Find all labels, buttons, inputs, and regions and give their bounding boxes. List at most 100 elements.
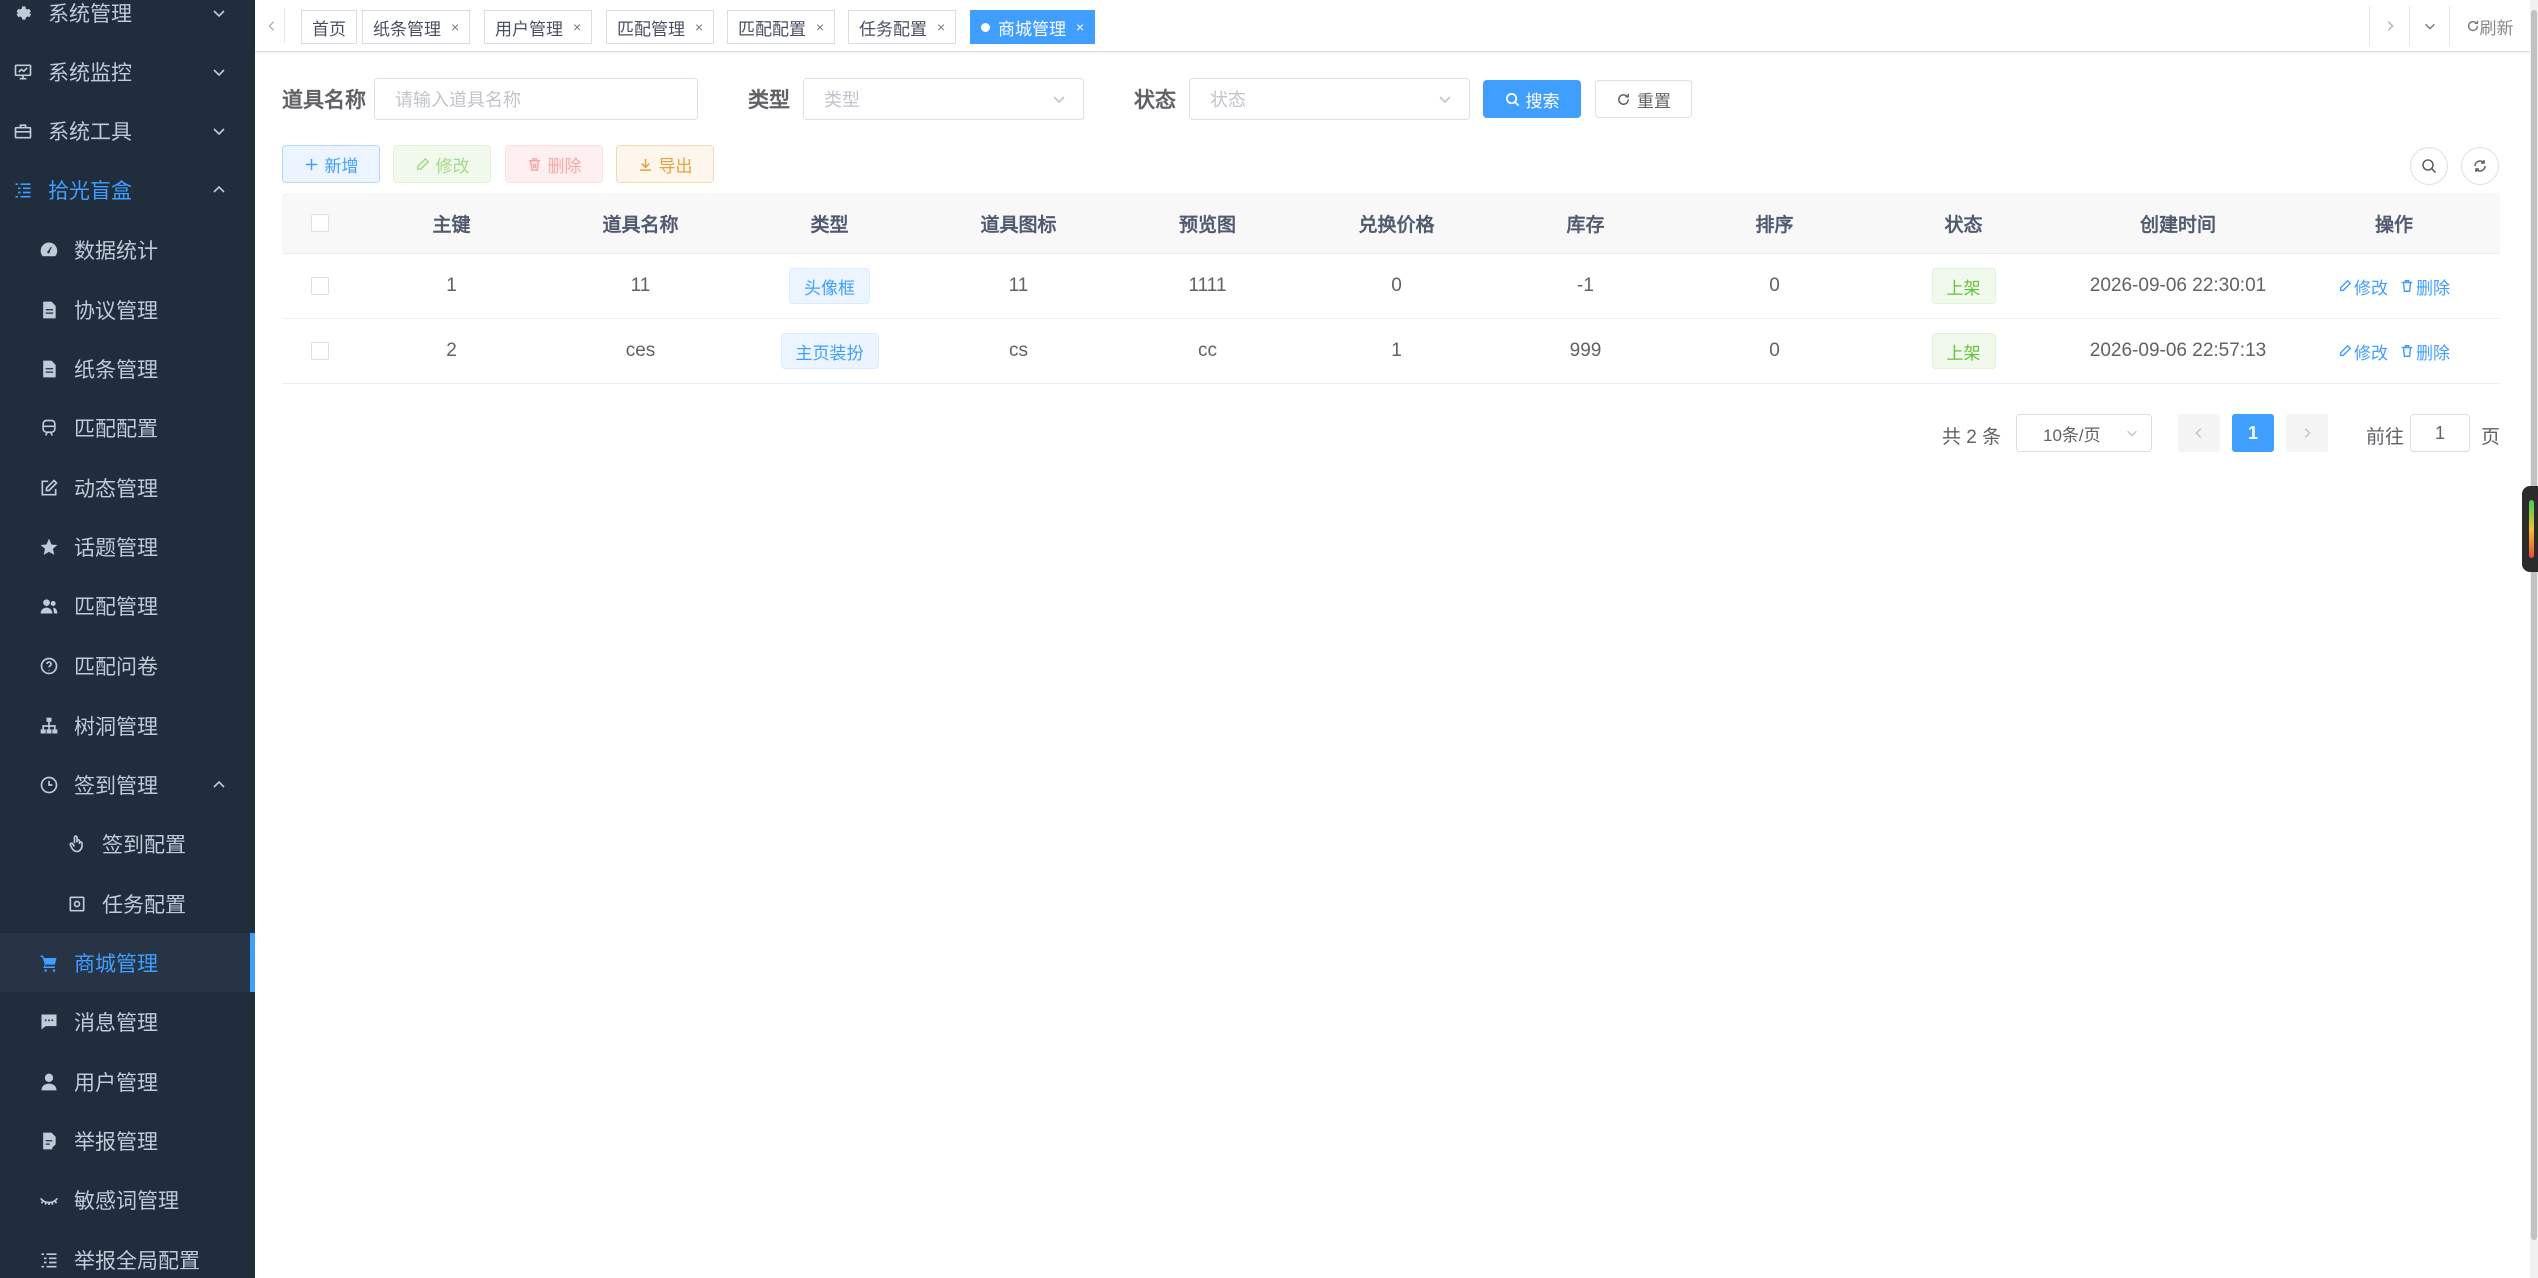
tag-notes[interactable]: 纸条管理 ×: [362, 10, 471, 44]
question-icon: [38, 655, 60, 677]
page-size-select[interactable]: 10条/页: [2016, 414, 2152, 452]
row-select-cell: [282, 254, 357, 318]
sidebar-item-label: 协议管理: [74, 299, 158, 323]
sidebar-item-mall[interactable]: 商城管理: [0, 933, 255, 992]
vertical-scrollbar[interactable]: [2530, 0, 2538, 1278]
clock-icon: [38, 774, 60, 796]
tags-scroll-right-button[interactable]: [2369, 6, 2409, 46]
cell-actions: 修改 删除: [2298, 254, 2490, 318]
sidebar-item-label: 签到配置: [102, 833, 186, 857]
table-row[interactable]: 2 ces 主页装扮 cs cc 1 999 0 上架 2026-09-06 2…: [282, 319, 2500, 384]
edit-button-label: 修改: [435, 156, 470, 176]
row-edit-button[interactable]: 修改: [2338, 274, 2388, 299]
sidebar-item-messages[interactable]: 消息管理: [0, 992, 255, 1051]
item-name-input[interactable]: 请输入道具名称: [374, 78, 698, 120]
row-checkbox[interactable]: [310, 342, 329, 360]
tag-label: 匹配配置: [738, 19, 806, 39]
tag-mall[interactable]: 商城管理 ×: [970, 10, 1096, 44]
eye-closed-icon: [38, 1189, 60, 1211]
sidebar-item-topics[interactable]: 话题管理: [0, 517, 255, 576]
tags-scroll-left-button[interactable]: [259, 8, 285, 44]
search-button[interactable]: 搜索: [1483, 80, 1581, 118]
refresh-table-button[interactable]: [2461, 147, 2499, 185]
cell-sort: 0: [1769, 340, 1780, 361]
page-number-button[interactable]: 1: [2232, 414, 2274, 452]
sidebar-item-notes[interactable]: 纸条管理: [0, 339, 255, 398]
sidebar-item-label: 树洞管理: [74, 715, 158, 739]
sidebar-item-system-management[interactable]: 系统管理: [0, 0, 255, 42]
search-icon: [1505, 92, 1519, 106]
tag-label: 商城管理: [998, 19, 1066, 39]
close-icon[interactable]: ×: [937, 19, 945, 35]
chevron-down-icon: [1053, 96, 1065, 104]
sidebar-item-label: 任务配置: [102, 893, 186, 917]
close-icon[interactable]: ×: [695, 19, 703, 35]
sidebar-item-checkin-config[interactable]: 签到配置: [0, 814, 255, 873]
tag-users[interactable]: 用户管理 ×: [484, 10, 593, 44]
sidebar-item-moments[interactable]: 动态管理: [0, 458, 255, 517]
sidebar-item-match-management[interactable]: 匹配管理: [0, 576, 255, 635]
floating-performance-widget[interactable]: [2522, 486, 2538, 572]
tag-match-management[interactable]: 匹配管理 ×: [606, 10, 715, 44]
table-row[interactable]: 1 11 头像框 11 1111 0 -1 0 上架 2026-09-06 22…: [282, 254, 2500, 319]
plus-icon: [305, 158, 317, 170]
cell-price: 0: [1391, 275, 1402, 296]
column-header: 状态: [1944, 214, 1983, 236]
type-tag: 主页装扮: [780, 333, 879, 369]
row-delete-label: 删除: [2416, 278, 2450, 298]
delete-button[interactable]: 删除: [505, 145, 603, 183]
sidebar-item-match-config[interactable]: 匹配配置: [0, 398, 255, 457]
scrollbar-thumb[interactable]: [2531, 10, 2537, 1240]
sidebar-item-system-monitor[interactable]: 系统监控: [0, 42, 255, 101]
select-all-checkbox[interactable]: [310, 214, 329, 232]
edit-button[interactable]: 修改: [393, 145, 491, 183]
refresh-icon: [1618, 93, 1629, 105]
toggle-search-button[interactable]: [2410, 147, 2448, 185]
close-icon[interactable]: ×: [1076, 19, 1084, 35]
sidebar-item-label: 纸条管理: [74, 358, 158, 382]
sidebar-item-report-global-config[interactable]: 举报全局配置: [0, 1230, 255, 1278]
status-select[interactable]: 状态: [1189, 78, 1470, 120]
sidebar-item-treehole[interactable]: 树洞管理: [0, 696, 255, 755]
sidebar-item-data-stats[interactable]: 数据统计: [0, 220, 255, 279]
row-edit-button[interactable]: 修改: [2338, 339, 2388, 364]
close-icon[interactable]: ×: [816, 19, 824, 35]
row-checkbox[interactable]: [310, 277, 329, 295]
cell-price: 1: [1391, 340, 1402, 361]
cell-created: 2026-09-06 22:30:01: [2089, 275, 2267, 296]
sidebar-item-system-tools[interactable]: 系统工具: [0, 101, 255, 160]
sidebar-item-protocol[interactable]: 协议管理: [0, 280, 255, 339]
prev-page-button[interactable]: [2178, 414, 2220, 452]
tag-task-config[interactable]: 任务配置 ×: [848, 10, 957, 44]
tag-home[interactable]: 首页: [301, 10, 357, 44]
close-icon[interactable]: ×: [451, 19, 459, 35]
tag-match-config[interactable]: 匹配配置 ×: [727, 10, 836, 44]
goto-page-input[interactable]: 1: [2410, 414, 2470, 452]
chevron-down-icon: [213, 68, 225, 76]
reset-button-label: 重置: [1637, 91, 1671, 111]
reset-button[interactable]: 重置: [1595, 80, 1692, 118]
tags-dropdown-button[interactable]: [2409, 6, 2449, 46]
sidebar-item-users[interactable]: 用户管理: [0, 1052, 255, 1111]
trash-icon: [528, 157, 540, 171]
sidebar-item-match-questionnaire[interactable]: 匹配问卷: [0, 636, 255, 695]
refresh-button[interactable]: 刷新: [2449, 6, 2529, 46]
chevron-down-icon: [213, 127, 225, 135]
sidebar-item-task-config[interactable]: 任务配置: [0, 874, 255, 933]
next-page-button[interactable]: [2286, 414, 2328, 452]
sidebar-item-checkin[interactable]: 签到管理: [0, 755, 255, 814]
type-tag: 头像框: [789, 268, 870, 304]
export-button[interactable]: 导出: [616, 145, 714, 183]
add-button[interactable]: 新增: [282, 145, 380, 183]
row-delete-button[interactable]: 删除: [2400, 274, 2450, 299]
close-icon[interactable]: ×: [573, 19, 581, 35]
status-badge: 上架: [1931, 268, 1996, 304]
sidebar-item-blindbox[interactable]: 拾光盲盒: [0, 160, 255, 219]
column-header: 创建时间: [2139, 214, 2216, 236]
row-delete-button[interactable]: 删除: [2400, 339, 2450, 364]
sidebar-item-label: 拾光盲盒: [48, 179, 132, 203]
sidebar-item-sensitive-words[interactable]: 敏感词管理: [0, 1170, 255, 1229]
type-select[interactable]: 类型: [803, 78, 1084, 120]
sidebar-item-reports[interactable]: 举报管理: [0, 1111, 255, 1170]
download-icon: [639, 158, 651, 171]
